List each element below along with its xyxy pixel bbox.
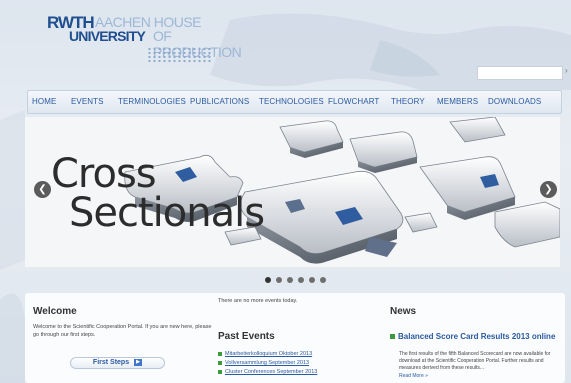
rwth-logo[interactable]: RWTH AACHEN HOUSE UNIVERSITY OF PRODUCTI… xyxy=(47,14,242,63)
logo-dot-pattern xyxy=(147,47,211,63)
nav-item-events[interactable]: EVENTS xyxy=(71,97,104,106)
nav-item-publications[interactable]: PUBLICATIONS xyxy=(190,97,249,106)
first-steps-label: First Steps xyxy=(92,359,130,366)
nav-item-flowchart[interactable]: FLOWCHART xyxy=(328,97,379,106)
news-headline-link[interactable]: Balanced Score Card Results 2013 online xyxy=(390,332,555,341)
past-events-heading: Past Events xyxy=(218,331,275,342)
news-body-text: The first results of the fifth Balanced … xyxy=(399,351,551,371)
slider-next-button[interactable]: ❯ xyxy=(540,181,557,198)
bullet-icon xyxy=(390,334,395,340)
welcome-text: Welcome to the Scientific Cooperation Po… xyxy=(33,324,212,338)
bullet-icon xyxy=(218,351,222,356)
chevron-right-icon: ❯ xyxy=(544,184,553,195)
slider-prev-button[interactable]: ❮ xyxy=(34,181,51,198)
nav-item-terminologies[interactable]: TERMINOLOGIES xyxy=(118,97,186,106)
news-heading: News xyxy=(390,306,417,317)
search-input[interactable] xyxy=(477,66,563,80)
slider-pagination xyxy=(265,277,335,285)
content-panel: Welcome Welcome to the Scientific Cooper… xyxy=(25,293,565,383)
slider-dot-4[interactable] xyxy=(298,277,304,283)
hero-slider[interactable]: Cross Sectionals xyxy=(25,117,560,267)
play-icon: ▶ xyxy=(134,358,143,366)
main-nav: HOME EVENTS TERMINOLOGIES PUBLICATIONS T… xyxy=(27,90,562,114)
slider-dot-5[interactable] xyxy=(309,277,315,283)
welcome-heading: Welcome xyxy=(33,306,77,317)
slider-dot-1[interactable] xyxy=(265,277,271,283)
past-event-link[interactable]: Mitarbeiterkolloquium Oktober 2013 xyxy=(218,351,368,360)
logo-university-text: UNIVERSITY xyxy=(69,28,146,44)
read-more-link[interactable]: Read More » xyxy=(399,373,428,379)
bullet-icon xyxy=(218,360,222,365)
chevron-left-icon: ❮ xyxy=(38,184,47,195)
no-events-text: There are no more events today. xyxy=(218,298,298,304)
nav-item-technologies[interactable]: TECHNOLOGIES xyxy=(259,97,324,106)
nav-item-theory[interactable]: THEORY xyxy=(391,97,425,106)
nav-item-members[interactable]: MEMBERS xyxy=(437,97,478,106)
past-event-link[interactable]: Cluster Conferences September 2013 xyxy=(218,369,368,378)
slider-dot-3[interactable] xyxy=(287,277,293,283)
nav-item-downloads[interactable]: DOWNLOADS xyxy=(488,97,541,106)
bullet-icon xyxy=(218,369,222,374)
first-steps-button[interactable]: First Steps ▶ xyxy=(70,357,165,369)
slide-title-line1: Cross xyxy=(51,151,157,197)
slide-title-line2: Sectionals xyxy=(69,190,265,236)
past-event-link[interactable]: Vollversammlung September 2013 xyxy=(218,360,368,369)
slider-dot-2[interactable] xyxy=(276,277,282,283)
slider-dot-6[interactable] xyxy=(320,277,326,283)
past-events-list: Mitarbeiterkolloquium Oktober 2013 Vollv… xyxy=(218,351,368,378)
search-icon[interactable]: › xyxy=(565,66,571,75)
nav-item-home[interactable]: HOME xyxy=(32,97,56,106)
